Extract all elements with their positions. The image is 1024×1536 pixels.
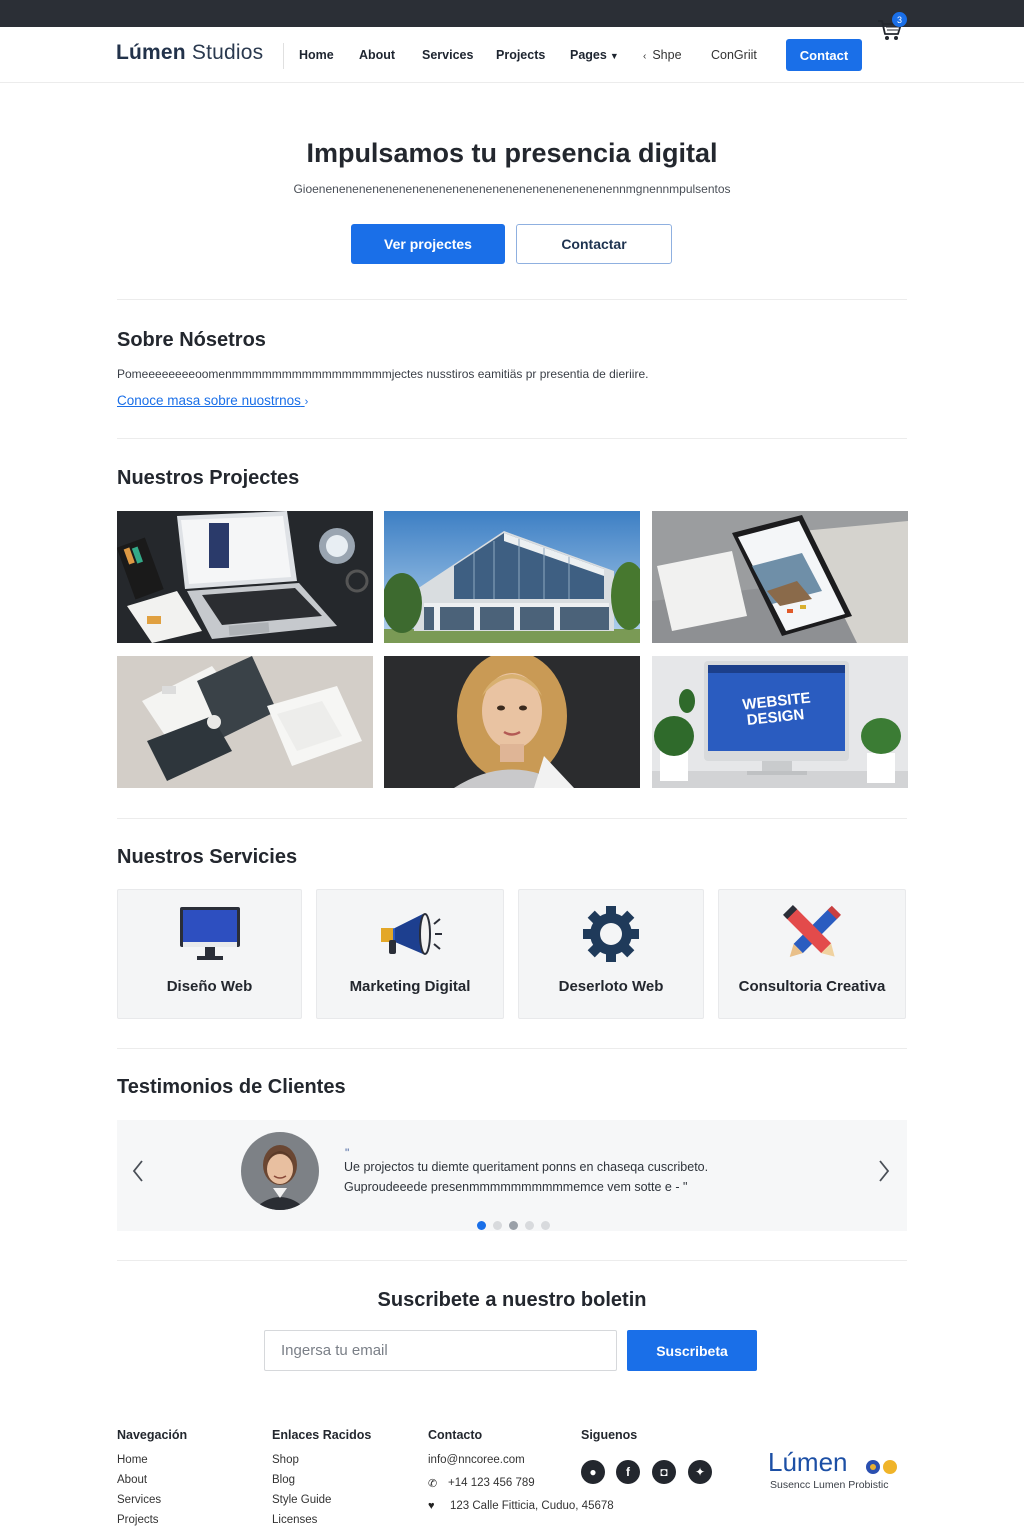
pencil-tools-icon [783,905,841,957]
carousel-dot[interactable] [525,1221,534,1230]
footer-link-style-guide[interactable]: Style Guide [272,1494,331,1506]
carousel-dot[interactable] [509,1221,518,1230]
contact-cta-button[interactable]: Contactar [516,224,672,264]
top-bar [0,0,1024,27]
nav-services[interactable]: Services [422,48,473,62]
project-image-building[interactable] [384,511,640,643]
testimonial-line-1: Ue projectos tu diemte queritament ponns… [344,1160,709,1174]
footer-link-services[interactable]: Services [117,1494,161,1506]
project-image-portrait[interactable] [384,656,640,788]
nav-pages[interactable]: Pages ▼ [570,48,619,62]
instagram-icon[interactable]: ◘ [652,1460,676,1484]
footer-link-home[interactable]: Home [117,1454,148,1466]
footer-link-projects[interactable]: Projects [117,1514,159,1526]
projects-title: Nuestros Projectes [117,467,300,489]
hero-title: Impulsamos tu presencia digital [306,138,718,168]
footer-address: 123 Calle Fitticia, Cuduo, 45678 [450,1500,614,1512]
project-image-website-design[interactable]: WEBSITE DESIGN [652,656,908,788]
footer-tagline: Susencc Lumen Probistic [770,1479,889,1491]
footer-social-heading: Siguenos [581,1428,638,1442]
newsletter-email-input[interactable] [264,1330,617,1371]
carousel-dot-active[interactable] [477,1221,486,1230]
carousel-dot[interactable] [541,1221,550,1230]
service-label: Diseño Web [166,978,253,995]
testimonials-title: Testimonios de Clientes [117,1076,346,1098]
nav-home[interactable]: Home [299,48,334,62]
footer-nav-heading: Navegación [117,1428,188,1442]
testimonial-card [117,1120,907,1231]
project-image-phone[interactable] [652,511,908,643]
nav-about[interactable]: About [359,48,395,62]
location-pin-icon: ♥ [428,1500,435,1512]
footer-link-about[interactable]: About [117,1474,147,1486]
phone-icon: ✆ [428,1478,438,1490]
footer-phone: +14 123 456 789 [448,1477,535,1489]
chevron-right-icon: › [304,396,309,408]
section-divider [117,1048,907,1049]
nav-projects[interactable]: Projects [496,48,545,62]
service-card-digital-marketing[interactable]: Marketing Digital [316,889,504,1019]
contact-button[interactable]: Contact [786,39,862,71]
chevron-right-icon[interactable] [872,1158,894,1184]
cart-count-badge: 3 [892,12,907,27]
facebook-icon[interactable]: f [616,1460,640,1484]
hero-subtitle: Gioenenenenenenenenenenenenenenenenenene… [293,182,731,196]
service-card-web-design[interactable]: Diseño Web [117,889,302,1019]
megaphone-icon [381,913,442,955]
twitter-icon[interactable]: ✦ [688,1460,712,1484]
project-image-stationery[interactable] [117,656,373,788]
about-title: Sobre Nósetros [117,329,266,351]
subscribe-button[interactable]: Suscribeta [627,1330,757,1371]
logo-dots-icon [866,1460,897,1474]
logo-divider [283,43,284,69]
service-label: Deserloto Web [558,978,664,995]
quote-icon: " [345,1146,350,1160]
service-label: Marketing Digital [349,978,471,995]
section-divider [117,438,907,439]
monitor-icon [179,907,240,960]
footer-logo[interactable]: Lúmen [768,1447,848,1478]
service-label: Consultoria Creativa [738,978,886,995]
chevron-left-icon[interactable] [128,1158,150,1184]
site-logo[interactable]: Lúmen Studios [116,41,263,65]
footer-link-shop[interactable]: Shop [272,1454,299,1466]
services-title: Nuestros Servicies [117,846,298,868]
section-divider [117,818,907,819]
section-divider [117,299,907,300]
service-card-web-development[interactable]: Deserloto Web [518,889,704,1019]
view-projects-button[interactable]: Ver projectes [351,224,505,264]
service-card-creative-consulting[interactable]: Consultoria Creativa [718,889,906,1019]
footer-contact-heading: Contacto [428,1428,483,1442]
client-avatar [241,1132,319,1210]
github-icon[interactable]: ● [581,1460,605,1484]
section-divider [117,1260,907,1261]
gear-icon [583,906,639,962]
carousel-dot[interactable] [493,1221,502,1230]
site-header: Lúmen Studios Home About Services Projec… [0,27,1024,83]
footer-email-link[interactable]: info@nncoree.com [428,1454,525,1466]
project-image-laptop[interactable] [117,511,373,643]
footer-quicklinks-heading: Enlaces Racidos [272,1428,372,1442]
nav-shop[interactable]: ‹ Shpe [643,48,682,62]
newsletter-title: Suscribete a nuestro boletin [377,1289,647,1311]
footer-link-blog[interactable]: Blog [272,1474,295,1486]
chevron-down-icon: ▼ [609,51,619,61]
chevron-left-icon: ‹ [643,51,647,62]
testimonial-line-2: Guproudeeede presenmmmmmmmmmmemce vem so… [344,1180,688,1194]
about-more-link[interactable]: Conoce masa sobre nuostrnos › [117,393,308,408]
nav-extra[interactable]: ConGriit [711,48,757,62]
footer-link-licenses[interactable]: Licenses [272,1514,317,1526]
about-text: Pomeeeeeeeeoomenmmmmmmmmmmmmmmmmjectes n… [117,367,649,381]
